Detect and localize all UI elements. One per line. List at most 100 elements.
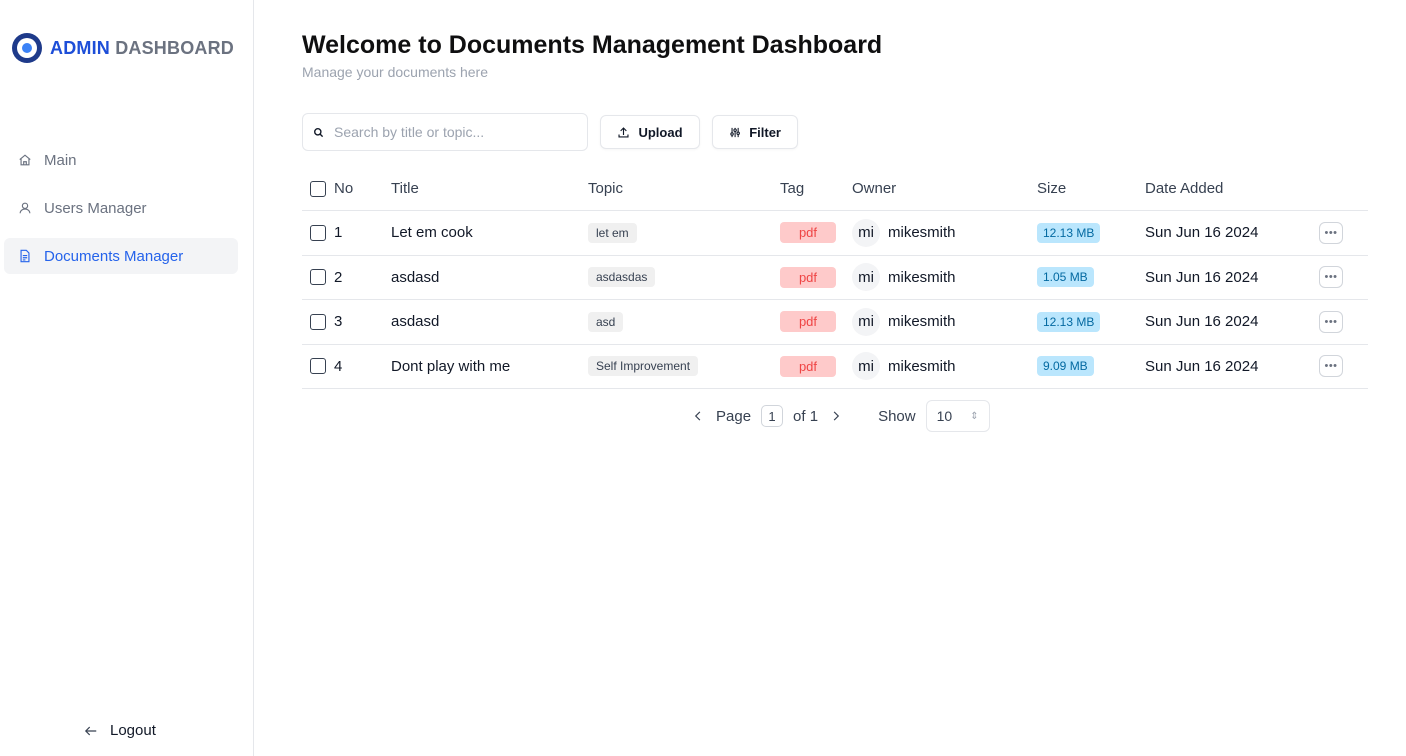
pagination: Page 1 of 1 Show 10 ⇕ <box>690 400 990 432</box>
tag-badge: pdf <box>780 311 836 333</box>
show-label: Show <box>878 407 916 425</box>
sidebar-item-label: Users Manager <box>44 199 147 217</box>
avatar: mi <box>852 307 880 336</box>
page-title: Welcome to Documents Management Dashboar… <box>302 31 883 59</box>
sidebar-nav: Main Users Manager Documents Manager <box>4 142 238 286</box>
table-row[interactable]: 4 Dont play with me Self Improvement pdf… <box>302 345 1368 389</box>
document-title: asdasd <box>391 268 440 286</box>
upload-button[interactable]: Upload <box>600 115 700 149</box>
more-icon: ••• <box>1324 360 1338 373</box>
page-subtitle: Manage your documents here <box>302 64 488 80</box>
sidebar-item-users-manager[interactable]: Users Manager <box>4 190 238 226</box>
avatar: mi <box>852 352 880 381</box>
sidebar-item-documents-manager[interactable]: Documents Manager <box>4 238 238 274</box>
column-header-owner[interactable]: Owner <box>852 180 1037 197</box>
row-number: 1 <box>334 224 343 242</box>
size-badge: 9.09 MB <box>1037 356 1094 377</box>
page-label: Page <box>716 407 752 425</box>
sliders-icon <box>730 127 740 137</box>
avatar: mi <box>852 218 880 247</box>
row-number: 3 <box>334 313 343 331</box>
brand-text: ADMIN DASHBOARD <box>50 38 234 59</box>
owner-name: mikesmith <box>888 313 956 331</box>
page-size-select[interactable]: 10 ⇕ <box>925 400 990 432</box>
owner-name: mikesmith <box>888 268 956 286</box>
more-icon: ••• <box>1324 315 1338 328</box>
row-actions-button[interactable]: ••• <box>1319 355 1343 378</box>
brand-dashboard: DASHBOARD <box>115 37 235 58</box>
home-icon <box>19 154 31 166</box>
row-checkbox[interactable] <box>310 269 326 286</box>
date-added: Sun Jun 16 2024 <box>1145 313 1259 331</box>
tag-badge: pdf <box>780 355 836 377</box>
page-size-value: 10 <box>936 408 953 424</box>
document-title: asdasd <box>391 313 440 331</box>
column-header-date-added[interactable]: Date Added <box>1145 180 1319 197</box>
search-input[interactable] <box>334 124 564 140</box>
table-header-row: No Title Topic Tag Owner Size Date Added <box>302 167 1368 211</box>
brand[interactable]: ADMIN DASHBOARD <box>12 33 234 63</box>
sidebar-item-main[interactable]: Main <box>4 142 238 178</box>
table-row[interactable]: 1 Let em cook let em pdf mi mikesmith 12.… <box>302 211 1368 256</box>
brand-admin: ADMIN <box>50 37 110 58</box>
table-row[interactable]: 2 asdasd asdasdas pdf mi mikesmith 1.05 M… <box>302 256 1368 300</box>
table-row[interactable]: 3 asdasd asd pdf mi mikesmith 12.13 MB Su… <box>302 300 1368 345</box>
document-title: Let em cook <box>391 224 473 242</box>
arrow-left-icon <box>84 726 97 735</box>
current-page-input[interactable]: 1 <box>761 405 784 427</box>
column-header-no[interactable]: No <box>334 180 391 197</box>
size-badge: 12.13 MB <box>1037 222 1101 243</box>
avatar: mi <box>852 263 880 292</box>
document-icon <box>20 249 30 263</box>
row-actions-button[interactable]: ••• <box>1319 310 1343 333</box>
owner: mi mikesmith <box>852 352 956 381</box>
previous-page-button[interactable] <box>690 408 706 424</box>
column-header-size[interactable]: Size <box>1037 180 1145 197</box>
owner-name: mikesmith <box>888 224 956 242</box>
toolbar: Upload Filter <box>302 113 798 151</box>
search-box[interactable] <box>302 113 588 151</box>
row-actions-button[interactable]: ••• <box>1319 266 1343 289</box>
column-header-tag[interactable]: Tag <box>780 180 852 197</box>
owner: mi mikesmith <box>852 263 956 292</box>
select-all-checkbox[interactable] <box>310 180 326 197</box>
page-total: of 1 <box>793 407 819 425</box>
row-checkbox[interactable] <box>310 313 326 330</box>
brand-logo-icon <box>12 33 42 63</box>
size-badge: 12.13 MB <box>1037 311 1101 332</box>
filter-button[interactable]: Filter <box>712 115 798 149</box>
tag-badge: pdf <box>780 266 836 288</box>
owner-name: mikesmith <box>888 357 956 375</box>
logout-label: Logout <box>110 722 156 739</box>
row-checkbox[interactable] <box>310 358 326 375</box>
user-icon <box>19 202 31 214</box>
topic-badge: let em <box>588 222 637 243</box>
topic-badge: Self Improvement <box>588 356 699 377</box>
owner: mi mikesmith <box>852 218 956 247</box>
date-added: Sun Jun 16 2024 <box>1145 224 1259 242</box>
topic-badge: asd <box>588 311 624 332</box>
topic-badge: asdasdas <box>588 267 656 288</box>
next-page-button[interactable] <box>828 408 844 424</box>
more-icon: ••• <box>1324 271 1338 284</box>
row-actions-button[interactable]: ••• <box>1319 221 1343 244</box>
row-number: 4 <box>334 357 343 375</box>
chevron-left-icon <box>694 411 701 421</box>
upload-label: Upload <box>638 124 683 140</box>
chevron-updown-icon: ⇕ <box>970 410 979 422</box>
logout-button[interactable]: Logout <box>84 722 156 739</box>
sidebar: ADMIN DASHBOARD Main Users Manager Docum… <box>0 0 254 756</box>
sidebar-item-label: Documents Manager <box>44 247 184 265</box>
upload-icon <box>618 126 630 138</box>
owner: mi mikesmith <box>852 307 956 336</box>
column-header-topic[interactable]: Topic <box>588 180 780 197</box>
search-icon <box>314 127 324 137</box>
documents-table: No Title Topic Tag Owner Size Date Added… <box>302 167 1368 389</box>
more-icon: ••• <box>1324 226 1338 239</box>
date-added: Sun Jun 16 2024 <box>1145 268 1259 286</box>
document-title: Dont play with me <box>391 357 511 375</box>
chevron-right-icon <box>833 411 840 421</box>
row-checkbox[interactable] <box>310 224 326 241</box>
column-header-title[interactable]: Title <box>391 180 588 197</box>
date-added: Sun Jun 16 2024 <box>1145 357 1259 375</box>
